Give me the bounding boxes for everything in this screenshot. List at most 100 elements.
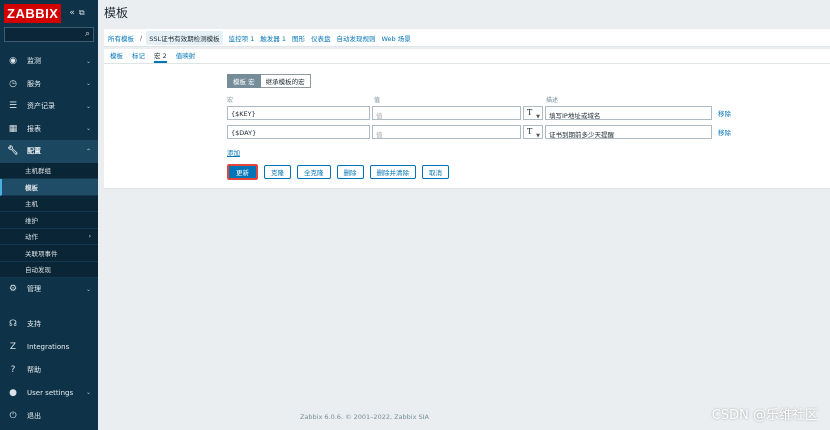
text-type-icon: T <box>527 127 533 136</box>
sidebar: ZABBIX « ⧉ ⌕ ◉ 监测 ⌄ ◷ 服务 ⌄ ☰ 资产记录 ⌄ ▦ 报表… <box>0 0 98 430</box>
clock-icon: ◷ <box>9 78 17 89</box>
cancel-button[interactable]: 取消 <box>422 165 449 179</box>
macro-name-field[interactable]: {$KEY} <box>227 106 370 120</box>
column-header-description: 描述 <box>546 97 559 104</box>
submenu-item-actions[interactable]: 动作 › <box>0 229 98 245</box>
search-icon[interactable]: ⌕ <box>85 29 90 39</box>
update-button[interactable]: 更新 <box>226 163 259 181</box>
list-icon: ☰ <box>8 101 18 112</box>
menu-item-monitoring[interactable]: ◉ 监测 ⌄ <box>0 50 98 73</box>
clone-button[interactable]: 克隆 <box>264 165 291 179</box>
chevron-down-icon: ⌄ <box>85 389 91 396</box>
menu-item-inventory[interactable]: ☰ 资产记录 ⌄ <box>0 95 98 118</box>
menu-label: 服务 <box>27 79 41 88</box>
menu-item-administration[interactable]: ⚙ 管理 ⌄ <box>0 278 98 301</box>
menu-item-configuration[interactable]: 🔧︎ 配置 ⌃ <box>0 140 98 163</box>
submenu-item-event-correlation[interactable]: 关联项事件 <box>0 245 98 262</box>
column-header-value: 值 <box>374 97 381 104</box>
submenu-item-templates[interactable]: 模板 <box>0 179 98 196</box>
sidebar-header: ZABBIX « ⧉ <box>0 0 98 26</box>
zabbix-logo[interactable]: ZABBIX <box>4 3 62 23</box>
chevron-down-icon: ▼ <box>536 114 540 120</box>
full-clone-button[interactable]: 全克隆 <box>297 165 331 179</box>
tab-value-mapping[interactable]: 值映射 <box>176 50 196 63</box>
footer-copyright: Zabbix 6.0.6. © 2001–2022, Zabbix SIA <box>300 413 430 421</box>
chevron-down-icon: ⌄ <box>85 80 91 88</box>
menu-item-support[interactable]: ☊ 支持 <box>0 312 98 335</box>
menu-label: User settings <box>27 388 74 397</box>
submenu-item-host-groups[interactable]: 主机群组 <box>0 163 98 179</box>
user-icon: ● <box>9 387 17 398</box>
tab-template[interactable]: 模板 <box>110 50 123 63</box>
menu-label: 管理 <box>27 285 41 294</box>
submenu-item-discovery[interactable]: 自动发现 <box>0 262 98 278</box>
menu-item-help[interactable]: ? 帮助 <box>0 358 98 381</box>
macro-value-field[interactable]: 值 <box>372 125 521 139</box>
breadcrumb-separator: / <box>140 33 143 42</box>
remove-macro-link[interactable]: 移除 <box>718 108 731 118</box>
macros-panel: 模板 宏 继承模板的宏 宏 值 描述 {$KEY} 值 T ▼ 填写IP地址或域名… <box>104 64 830 189</box>
menu-item-integrations[interactable]: Z Integrations <box>0 335 98 358</box>
submenu-item-hosts[interactable]: 主机 <box>0 196 98 212</box>
main-content: 模板 所有模板 / SSL证书有效期检测模板 监控项 1 触发器 1 图形 仪表… <box>98 0 830 430</box>
bottom-menu: ☊ 支持 Z Integrations ? 帮助 ● User settings… <box>0 312 98 427</box>
macro-type-select[interactable]: T ▼ <box>523 125 543 139</box>
breadcrumb-items[interactable]: 监控项 1 <box>229 33 255 43</box>
macro-description-field[interactable]: 证书到期前多少天提醒 <box>545 125 712 139</box>
page-title: 模板 <box>104 6 129 20</box>
eye-icon: ◉ <box>9 56 17 67</box>
template-macros-button[interactable]: 模板 宏 <box>227 74 261 88</box>
wrench-icon: 🔧︎ <box>7 146 19 157</box>
chart-icon: ▦ <box>8 123 18 134</box>
delete-button[interactable]: 删除 <box>336 165 364 179</box>
gear-icon: ⚙ <box>8 284 18 295</box>
menu-label: 退出 <box>27 411 41 420</box>
chevron-down-icon: ⌄ <box>85 102 91 110</box>
breadcrumb-discovery-rules[interactable]: 自动发现规则 <box>336 33 375 43</box>
collapse-sidebar-icon[interactable]: « <box>69 8 75 18</box>
text-type-icon: T <box>527 108 533 117</box>
breadcrumb-current-template[interactable]: SSL证书有效期检测模板 <box>146 30 223 45</box>
breadcrumb: 所有模板 / SSL证书有效期检测模板 监控项 1 触发器 1 图形 仪表盘 自… <box>104 29 830 47</box>
chevron-right-icon: › <box>88 232 91 240</box>
macro-type-select[interactable]: T ▼ <box>523 106 543 120</box>
chevron-down-icon: ⌄ <box>85 285 91 293</box>
chevron-down-icon: ▼ <box>536 133 540 139</box>
form-tabs: 模板 标记 宏 2 值映射 <box>104 49 830 64</box>
watermark: CSDN @乐维社区 <box>711 408 818 423</box>
macro-name-field[interactable]: {$DAY} <box>227 125 370 139</box>
menu-label: 配置 <box>27 147 41 156</box>
macro-description-field[interactable]: 填写IP地址或域名 <box>545 106 712 120</box>
menu-item-user-settings[interactable]: ● User settings ⌄ <box>0 381 98 404</box>
menu-item-services[interactable]: ◷ 服务 ⌄ <box>0 73 98 96</box>
chevron-down-icon: ⌄ <box>85 57 91 65</box>
tab-tags[interactable]: 标记 <box>132 50 145 63</box>
configuration-submenu: 主机群组 模板 主机 维护 动作 › 关联项事件 自动发现 <box>0 162 98 278</box>
kiosk-mode-icon[interactable]: ⧉ <box>79 8 85 18</box>
remove-macro-link[interactable]: 移除 <box>718 127 731 137</box>
delete-and-clear-button[interactable]: 删除并清除 <box>369 165 416 179</box>
menu-label: 帮助 <box>27 365 41 374</box>
menu-label: 支持 <box>27 319 41 328</box>
question-icon: ? <box>10 364 16 375</box>
breadcrumb-triggers[interactable]: 触发器 1 <box>260 33 286 43</box>
breadcrumb-dashboards[interactable]: 仪表盘 <box>311 33 331 43</box>
submenu-label: 动作 <box>25 233 38 242</box>
menu-label: 报表 <box>27 124 41 133</box>
breadcrumb-graphs[interactable]: 图形 <box>292 33 305 43</box>
chevron-up-icon: ⌃ <box>85 147 91 155</box>
macro-value-field[interactable]: 值 <box>372 106 521 120</box>
menu-label: 监测 <box>27 57 41 66</box>
breadcrumb-web-scenarios[interactable]: Web 场景 <box>381 33 410 43</box>
menu-label: 资产记录 <box>27 102 55 111</box>
add-macro-link[interactable]: 添加 <box>227 147 240 157</box>
headset-icon: ☊ <box>9 318 17 329</box>
submenu-item-maintenance[interactable]: 维护 <box>0 212 98 229</box>
sidebar-search-input[interactable]: ⌕ <box>4 27 94 42</box>
menu-item-sign-out[interactable]: ⏻ 退出 <box>0 404 98 427</box>
main-menu: ◉ 监测 ⌄ ◷ 服务 ⌄ ☰ 资产记录 ⌄ ▦ 报表 ⌄ 🔧︎ 配置 ⌃ 主机… <box>0 50 98 301</box>
inherited-macros-button[interactable]: 继承模板的宏 <box>260 74 311 88</box>
tab-macros[interactable]: 宏 2 <box>154 50 167 63</box>
breadcrumb-all-templates[interactable]: 所有模板 <box>108 33 134 43</box>
menu-item-reports[interactable]: ▦ 报表 ⌄ <box>0 118 98 141</box>
